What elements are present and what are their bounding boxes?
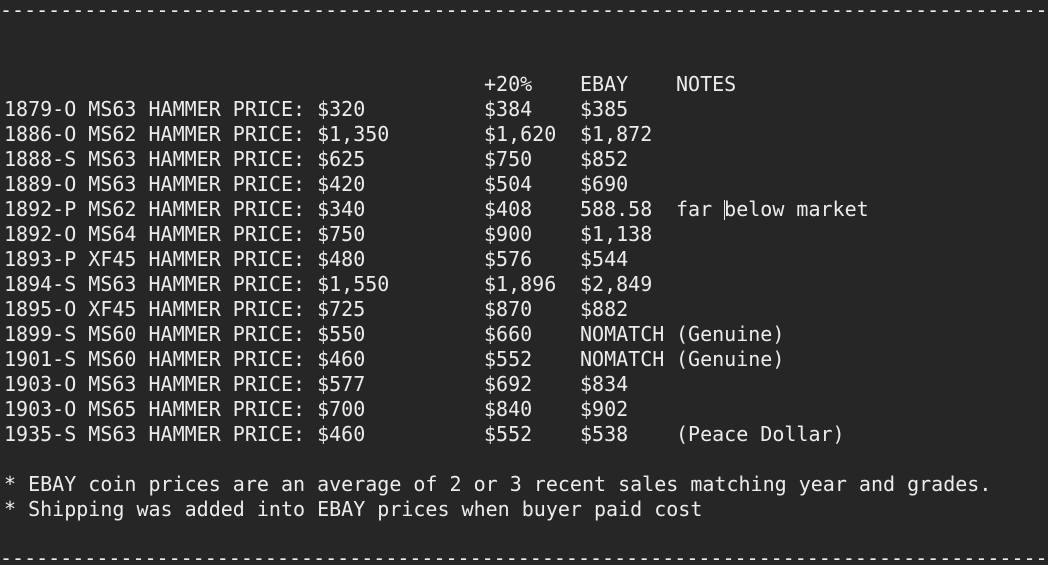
ebay-cell: 588.58 xyxy=(580,197,653,221)
ebay-cell: NOMATCH xyxy=(580,347,665,371)
table-row: 1903-O MS63 HAMMER PRICE: $577 $692 $834 xyxy=(4,372,1044,397)
coin-cell: 1935-S MS63 HAMMER PRICE: $460 xyxy=(4,422,366,446)
notes-cell[interactable]: far below market xyxy=(676,197,869,222)
coin-cell: 1895-O XF45 HAMMER PRICE: $725 xyxy=(4,297,366,321)
terminal-window[interactable]: ----------------------------------------… xyxy=(0,0,1048,565)
header-notes: NOTES xyxy=(676,72,737,96)
ebay-cell: $834 xyxy=(580,372,629,396)
plus20-cell: $750 xyxy=(484,147,533,171)
coin-cell: 1879-O MS63 HAMMER PRICE: $320 xyxy=(4,97,366,121)
coin-cell: 1894-S MS63 HAMMER PRICE: $1,550 xyxy=(4,272,390,296)
plus20-cell: $1,620 xyxy=(484,122,557,146)
notes-cell: (Genuine) xyxy=(676,322,785,346)
table-row: 1895-O XF45 HAMMER PRICE: $725 $870 $882 xyxy=(4,297,1044,322)
plus20-cell: $504 xyxy=(484,172,533,196)
plus20-cell: $408 xyxy=(484,197,533,221)
plus20-cell: $692 xyxy=(484,372,533,396)
coin-cell: 1903-O MS65 HAMMER PRICE: $700 xyxy=(4,397,366,421)
top-divider: ----------------------------------------… xyxy=(0,0,1048,22)
table-row: 1893-P XF45 HAMMER PRICE: $480 $576 $544 xyxy=(4,247,1044,272)
table-row: 1935-S MS63 HAMMER PRICE: $460 $552 $538… xyxy=(4,422,1044,447)
table-row: 1888-S MS63 HAMMER PRICE: $625 $750 $852 xyxy=(4,147,1044,172)
header-ebay: EBAY xyxy=(580,72,629,96)
ebay-cell: NOMATCH xyxy=(580,322,665,346)
coin-cell: 1899-S MS60 HAMMER PRICE: $550 xyxy=(4,322,366,346)
plus20-cell: $576 xyxy=(484,247,533,271)
coin-cell: 1888-S MS63 HAMMER PRICE: $625 xyxy=(4,147,366,171)
ebay-cell: $902 xyxy=(580,397,629,421)
plus20-cell: $870 xyxy=(484,297,533,321)
notes-cell: (Peace Dollar) xyxy=(676,422,845,446)
plus20-cell: $384 xyxy=(484,97,533,121)
footnote-ebay-average: * EBAY coin prices are an average of 2 o… xyxy=(4,472,992,496)
ebay-cell: $2,849 xyxy=(580,272,653,296)
table-row: 1879-O MS63 HAMMER PRICE: $320 $384 $385 xyxy=(4,97,1044,122)
notes-cell: (Genuine) xyxy=(676,347,785,371)
table-row: 1899-S MS60 HAMMER PRICE: $550 $660 NOMA… xyxy=(4,322,1044,347)
coin-cell: 1889-O MS63 HAMMER PRICE: $420 xyxy=(4,172,366,196)
coin-cell: 1886-O MS62 HAMMER PRICE: $1,350 xyxy=(4,122,390,146)
bottom-divider: ----------------------------------------… xyxy=(0,546,1048,565)
ebay-cell: $1,138 xyxy=(580,222,653,246)
plus20-cell: $900 xyxy=(484,222,533,246)
plus20-cell: $552 xyxy=(484,422,533,446)
ebay-cell: $690 xyxy=(580,172,629,196)
table-row: 1886-O MS62 HAMMER PRICE: $1,350 $1,620 … xyxy=(4,122,1044,147)
table-row: 1892-O MS64 HAMMER PRICE: $750 $900 $1,1… xyxy=(4,222,1044,247)
ebay-cell: $852 xyxy=(580,147,629,171)
table-row: 1901-S MS60 HAMMER PRICE: $460 $552 NOMA… xyxy=(4,347,1044,372)
coin-cell: 1892-P MS62 HAMMER PRICE: $340 xyxy=(4,197,366,221)
coin-cell: 1892-O MS64 HAMMER PRICE: $750 xyxy=(4,222,366,246)
plus20-cell: $552 xyxy=(484,347,533,371)
coin-cell: 1901-S MS60 HAMMER PRICE: $460 xyxy=(4,347,366,371)
coin-cell: 1903-O MS63 HAMMER PRICE: $577 xyxy=(4,372,366,396)
plus20-cell: $1,896 xyxy=(484,272,557,296)
ebay-cell: $1,872 xyxy=(580,122,653,146)
header-plus20: +20% xyxy=(484,72,533,96)
table-row: 1889-O MS63 HAMMER PRICE: $420 $504 $690 xyxy=(4,172,1044,197)
coin-cell: 1893-P XF45 HAMMER PRICE: $480 xyxy=(4,247,366,271)
ebay-cell: $544 xyxy=(580,247,629,271)
table-row: 1903-O MS65 HAMMER PRICE: $700 $840 $902 xyxy=(4,397,1044,422)
ebay-cell: $385 xyxy=(580,97,629,121)
table-header: +20% EBAY NOTES xyxy=(4,72,1044,97)
plus20-cell: $660 xyxy=(484,322,533,346)
table-row: 1892-P MS62 HAMMER PRICE: $340 $408 588.… xyxy=(4,197,1044,222)
plus20-cell: $840 xyxy=(484,397,533,421)
ebay-cell: $538 xyxy=(580,422,629,446)
text-cursor xyxy=(724,200,725,220)
table-row: 1894-S MS63 HAMMER PRICE: $1,550 $1,896 … xyxy=(4,272,1044,297)
footnote-shipping: * Shipping was added into EBAY prices wh… xyxy=(4,497,703,521)
ebay-cell: $882 xyxy=(580,297,629,321)
